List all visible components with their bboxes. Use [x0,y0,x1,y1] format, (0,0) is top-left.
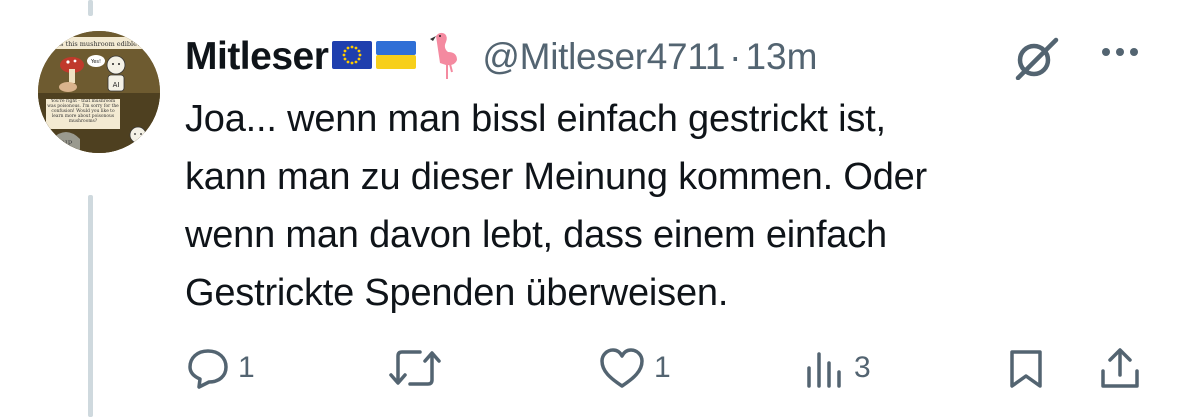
avatar-caption-top: Is this mushroom edible? [58,40,141,48]
avatar-grave-label: RIP [60,140,73,148]
more-icon[interactable] [1098,42,1142,67]
retweet-button[interactable] [388,346,442,390]
reply-button[interactable]: 1 [186,346,255,390]
share-icon [1101,348,1139,388]
avatar-bubble-yes: Yes! [90,59,101,65]
reply-icon [188,349,228,389]
views-button[interactable]: 3 [804,346,871,390]
tweet-text-line: kann man zu dieser Meinung kommen. Oder [185,156,928,198]
flamingo-icon [426,30,462,85]
author-name[interactable]: Mitleser [185,35,329,79]
grok-icon[interactable] [1010,36,1064,85]
tweet-text-line: Gestrickte Spenden überweisen. [185,272,729,314]
tweet-header: Mitleser @Mitleser4711 · 13m [185,30,817,84]
tweet-text-line: wenn man davon lebt, dass einem einfach [185,214,887,256]
avatar-robot-label: AI [113,81,120,89]
tweet-text-line: Joa... wenn man bissl einfach gestrickt … [185,98,886,140]
avatar[interactable]: Is this mushroom edible? Yes! AI You're … [38,31,160,153]
heart-icon [600,348,644,388]
author-handle[interactable]: @Mitleser4711 [482,36,725,78]
action-bar: 1 1 3 [0,338,1179,398]
avatar-image: Is this mushroom edible? Yes! AI You're … [38,31,160,153]
ukraine-flag-icon [376,40,417,74]
thread-line-top [88,0,93,16]
eu-flag-icon [332,40,373,74]
views-icon [807,352,841,388]
tweet-text: Joa... wenn man bissl einfach gestrickt … [185,90,1145,322]
bookmark-icon [1010,350,1042,388]
like-count: 1 [654,351,671,384]
separator-dot: · [729,36,742,77]
reply-count: 1 [238,351,255,384]
like-button[interactable]: 1 [598,346,671,390]
retweet-icon [389,350,441,386]
views-count: 3 [854,351,871,384]
avatar-caption-bottom: You're right - that mushroom was poisono… [47,99,119,124]
bookmark-button[interactable] [1006,346,1046,390]
tweet-timestamp[interactable]: 13m [745,36,817,78]
share-button[interactable] [1098,346,1142,390]
